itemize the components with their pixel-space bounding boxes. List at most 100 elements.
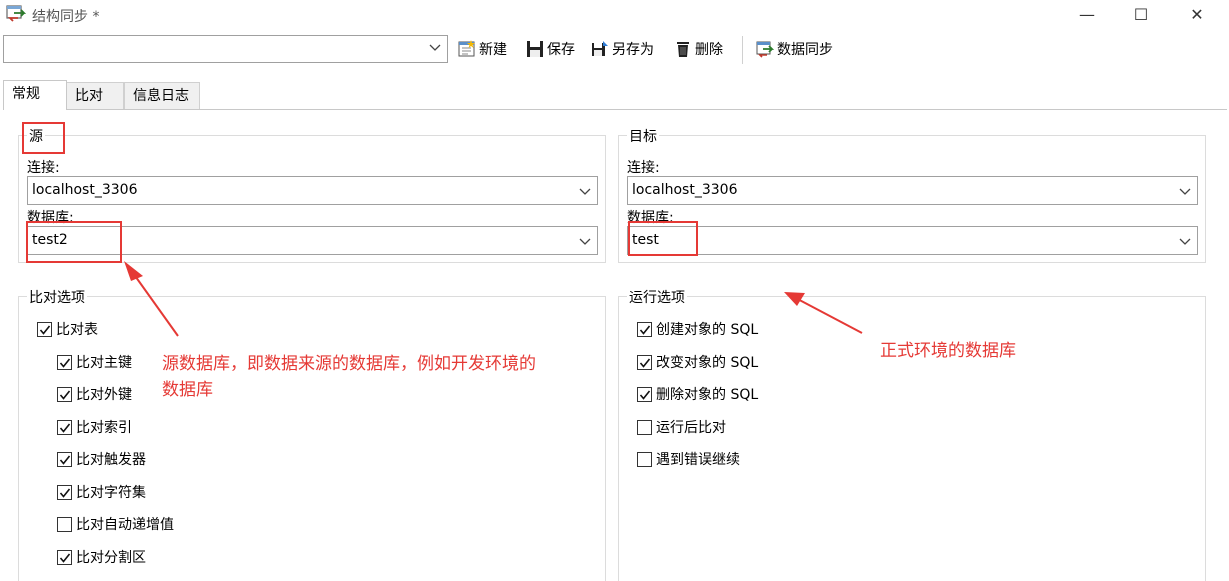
save-as-button[interactable]: 另存为 <box>591 38 654 60</box>
checkmark-icon <box>39 325 51 335</box>
source-connection-label: 连接: <box>27 160 60 176</box>
save-as-icon <box>592 41 608 56</box>
minimize-button[interactable]: — <box>1062 0 1112 30</box>
source-note-line-2: 数据库 <box>162 380 213 400</box>
profile-select[interactable] <box>3 35 448 63</box>
run-options-option-label: 运行后比对 <box>656 420 726 436</box>
checkbox[interactable] <box>57 386 72 402</box>
new-label: 新建 <box>479 42 507 58</box>
chevron-down-icon <box>579 238 591 245</box>
tab-general[interactable]: 常规 <box>3 80 67 110</box>
save-as-label: 另存为 <box>612 42 654 58</box>
target-connection-select[interactable]: localhost_3306 <box>627 176 1198 205</box>
compare-options-option[interactable]: 比对触发器 <box>57 448 146 470</box>
source-connection-select[interactable]: localhost_3306 <box>27 176 598 205</box>
run-options-option[interactable]: 改变对象的 SQL <box>637 351 758 373</box>
sync-icon <box>756 41 774 58</box>
tab-compare-label: 比对 <box>75 88 103 104</box>
checkbox[interactable] <box>637 419 652 435</box>
chevron-down-icon <box>1179 188 1191 195</box>
save-button[interactable]: 保存 <box>526 38 575 60</box>
maximize-icon: ☐ <box>1133 5 1149 24</box>
tab-compare[interactable]: 比对 <box>66 82 124 109</box>
compare-options-option-label: 比对字符集 <box>76 485 146 501</box>
compare-options-option-label: 比对分割区 <box>76 550 146 566</box>
close-button[interactable]: ✕ <box>1172 0 1222 30</box>
compare-options-option-label: 比对触发器 <box>76 452 146 468</box>
tab-message-log[interactable]: 信息日志 <box>124 82 200 109</box>
run-options-option-label: 改变对象的 SQL <box>656 355 759 371</box>
title-bar: 结构同步 * — ☐ ✕ <box>0 0 1229 30</box>
checkmark-icon <box>639 390 651 400</box>
run-options-option[interactable]: 运行后比对 <box>637 416 726 438</box>
target-database-highlight <box>628 221 698 256</box>
checkbox[interactable] <box>637 451 652 467</box>
checkbox[interactable] <box>57 484 72 500</box>
tab-message-log-label: 信息日志 <box>133 88 189 104</box>
source-title-highlight <box>22 122 65 154</box>
toolbar-separator <box>742 36 743 64</box>
run-options-option[interactable]: 遇到错误继续 <box>637 448 740 470</box>
checkmark-icon <box>639 325 651 335</box>
app-icon <box>6 5 26 22</box>
data-sync-button[interactable]: 数据同步 <box>756 38 833 60</box>
chevron-down-icon <box>1179 238 1191 245</box>
window-title: 结构同步 * <box>32 9 100 25</box>
checkmark-icon <box>59 358 71 368</box>
checkmark-icon <box>59 423 71 433</box>
target-group-title: 目标 <box>627 126 659 146</box>
run-options-option[interactable]: 创建对象的 SQL <box>637 318 758 340</box>
compare-options-option[interactable]: 比对自动递增值 <box>57 513 174 535</box>
run-options-option-label: 删除对象的 SQL <box>656 387 759 403</box>
compare-options-option[interactable]: 比对外键 <box>57 383 132 405</box>
compare-options-option[interactable]: 比对表 <box>37 318 98 340</box>
delete-label: 删除 <box>695 42 723 58</box>
compare-options-option-label: 比对主键 <box>76 355 132 371</box>
checkbox[interactable] <box>57 419 72 435</box>
checkbox[interactable] <box>37 321 52 337</box>
checkmark-icon <box>59 553 71 563</box>
run-options-option-label: 遇到错误继续 <box>656 452 740 468</box>
compare-options-option-label: 比对表 <box>56 322 98 338</box>
checkmark-icon <box>59 455 71 465</box>
source-connection-value: localhost_3306 <box>32 182 138 198</box>
compare-options-option[interactable]: 比对字符集 <box>57 481 146 503</box>
target-connection-label: 连接: <box>627 160 660 176</box>
tab-general-label: 常规 <box>12 86 40 102</box>
minimize-icon: — <box>1079 5 1095 24</box>
save-icon <box>527 41 543 57</box>
run-options-option[interactable]: 删除对象的 SQL <box>637 383 758 405</box>
compare-options-title: 比对选项 <box>27 287 87 307</box>
checkmark-icon <box>59 488 71 498</box>
checkbox[interactable] <box>57 549 72 565</box>
new-icon <box>458 40 475 57</box>
target-database-select[interactable]: test <box>627 226 1198 255</box>
checkbox[interactable] <box>637 354 652 370</box>
source-annotation-note: 源数据库，即数据来源的数据库，例如开发环境的 数据库 <box>162 351 536 403</box>
target-connection-value: localhost_3306 <box>632 182 738 198</box>
target-group: 目标 连接: localhost_3306 数据库: test <box>618 126 1206 263</box>
toolbar: 新建 保存 另存为 删除 数据同步 <box>0 32 1229 68</box>
close-icon: ✕ <box>1190 5 1204 24</box>
chevron-down-icon <box>579 188 591 195</box>
checkmark-icon <box>639 358 651 368</box>
source-database-highlight <box>26 221 122 263</box>
compare-options-option[interactable]: 比对主键 <box>57 351 132 373</box>
compare-options-option[interactable]: 比对分割区 <box>57 546 146 568</box>
source-note-line-1: 源数据库，即数据来源的数据库，例如开发环境的 <box>162 354 536 374</box>
compare-options-option-label: 比对外键 <box>76 387 132 403</box>
checkbox[interactable] <box>57 451 72 467</box>
compare-options-option-label: 比对自动递增值 <box>76 517 174 533</box>
checkbox[interactable] <box>637 321 652 337</box>
new-button[interactable]: 新建 <box>458 38 507 60</box>
chevron-down-icon <box>429 44 441 51</box>
checkbox[interactable] <box>57 516 72 532</box>
compare-options-option[interactable]: 比对索引 <box>57 416 132 438</box>
checkbox[interactable] <box>637 386 652 402</box>
checkbox[interactable] <box>57 354 72 370</box>
delete-button[interactable]: 删除 <box>674 38 723 60</box>
compare-options-group: 比对选项 比对表比对主键比对外键比对索引比对触发器比对字符集比对自动递增值 比对分… <box>18 287 606 581</box>
run-options-option-label: 创建对象的 SQL <box>656 322 759 338</box>
maximize-button[interactable]: ☐ <box>1116 0 1166 30</box>
compare-options-option-label: 比对索引 <box>76 420 132 436</box>
